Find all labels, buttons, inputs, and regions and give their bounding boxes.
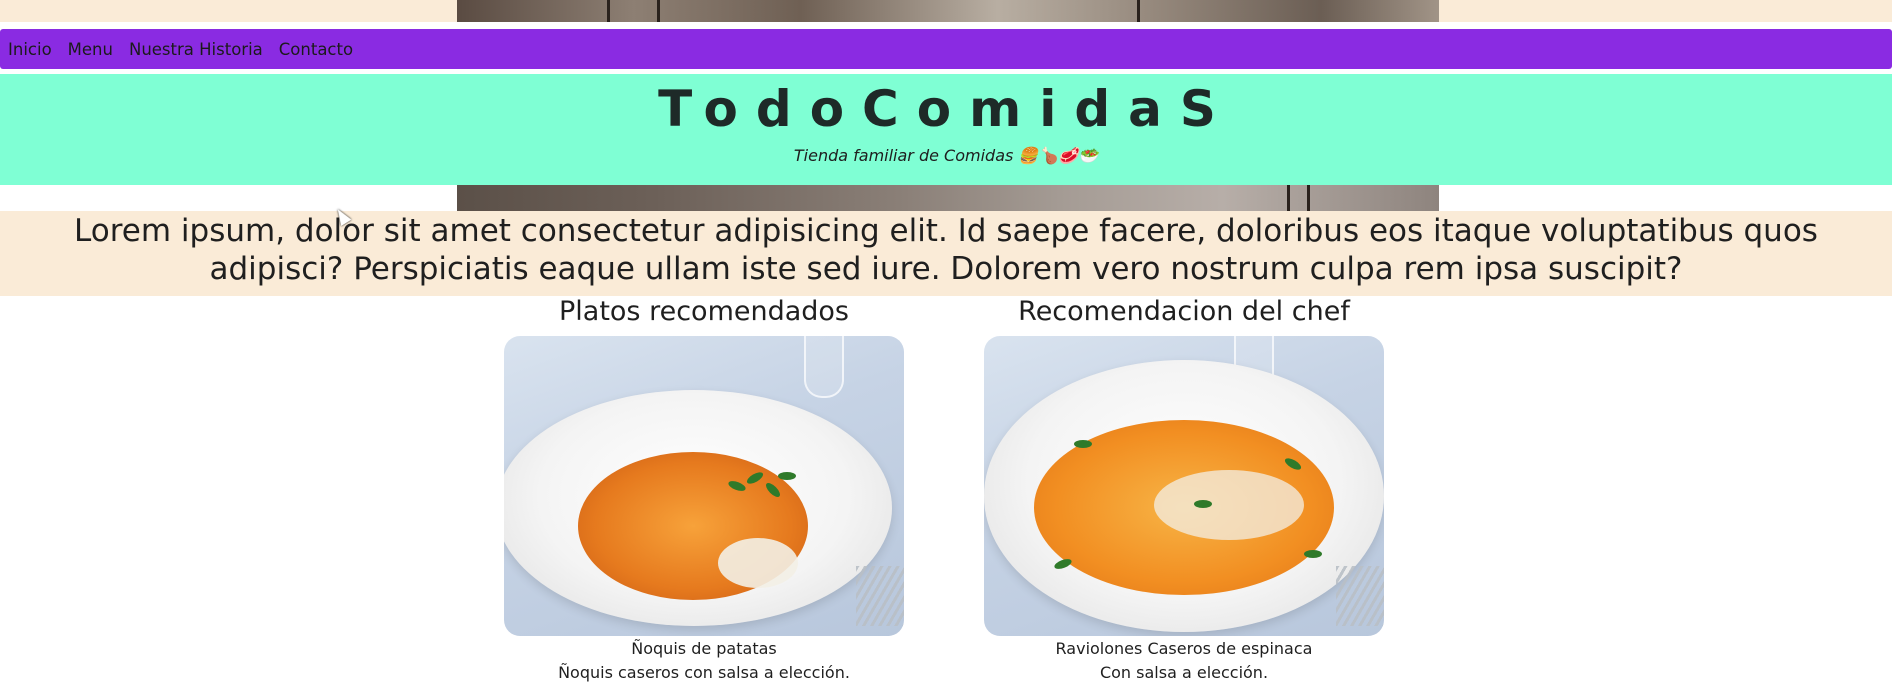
fork-graphic [856,566,904,626]
herb-graphic [1053,557,1073,571]
herb-graphic [727,479,747,493]
hero-image-bottom [457,185,1439,211]
chair-leg [1287,185,1290,211]
nav-link-inicio[interactable]: Inicio [8,40,52,59]
intro-paragraph: Lorem ipsum, dolor sit amet consectetur … [74,213,1818,287]
cheese-graphic [718,538,798,588]
intro-section: Lorem ipsum, dolor sit amet consectetur … [0,211,1892,296]
recommended-dish-card: Platos recomendados Ñoquis de patatas Ño… [504,294,904,685]
plate-graphic [504,390,892,626]
herb-graphic [745,470,765,486]
chair-leg [607,0,610,22]
chair-leg [657,0,660,22]
herb-graphic [1304,550,1322,558]
plate-graphic [984,360,1384,632]
site-brand-title: TodoComidaS [658,80,1234,138]
herb-graphic [1283,456,1303,472]
dish-description: Con salsa a elección. [1099,663,1269,682]
chef-recommendation-card: Recomendacion del chef Raviolones Casero… [984,294,1384,685]
nav-link-nuestra-historia[interactable]: Nuestra Historia [129,40,263,59]
cheese-graphic [1154,470,1304,540]
dish-photo-noquis [504,336,904,636]
food-graphic [578,452,808,600]
herb-graphic [1194,500,1212,508]
herb-graphic [763,480,783,500]
dish-name: Ñoquis de patatas [631,639,777,658]
dish-name: Raviolones Caseros de espinaca [1055,639,1313,658]
herb-graphic [1074,440,1092,448]
chair-leg [1137,0,1140,22]
dish-description: Ñoquis caseros con salsa a elección. [558,663,850,682]
food-graphic [1034,420,1334,595]
dish-photo-raviolones [984,336,1384,636]
card-title: Platos recomendados [559,296,849,327]
wine-glass-graphic [804,336,844,398]
site-tagline: Tienda familiar de Comidas 🍔🍗🥩🥗 [793,146,1099,165]
nav-link-contacto[interactable]: Contacto [279,40,353,59]
main-navbar: Inicio Menu Nuestra Historia Contacto [0,29,1892,69]
hero-image-top [457,0,1439,22]
herb-graphic [778,472,796,480]
nav-link-menu[interactable]: Menu [68,40,113,59]
fork-graphic [1336,566,1384,626]
card-title: Recomendacion del chef [1018,296,1350,327]
site-header: TodoComidaS Tienda familiar de Comidas 🍔… [0,74,1892,185]
chair-leg [1307,185,1310,211]
